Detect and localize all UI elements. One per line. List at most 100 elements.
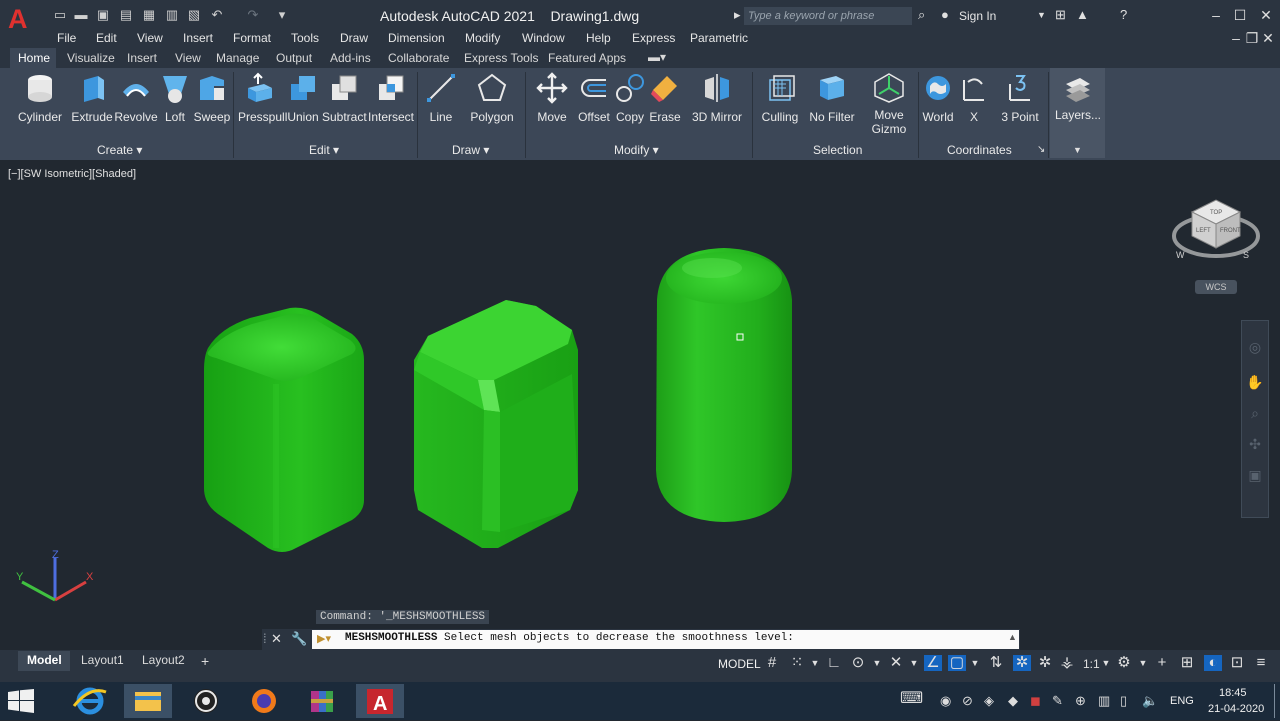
erase-button[interactable]: Erase bbox=[648, 72, 682, 124]
command-close-icon[interactable]: ✕ bbox=[271, 631, 282, 647]
navigation-bar[interactable]: ◎ ✋ ⌕ ✣ ▣ bbox=[1241, 320, 1269, 518]
open-icon[interactable]: ▬ bbox=[74, 8, 88, 22]
menu-draw[interactable]: Draw bbox=[340, 31, 368, 45]
tray-app-icon[interactable]: ⊕ bbox=[1075, 694, 1086, 708]
autocad-taskbar-icon[interactable]: A bbox=[356, 684, 404, 718]
language-indicator[interactable]: ENG bbox=[1170, 695, 1194, 707]
tray-app-icon[interactable]: ◼ bbox=[1030, 694, 1041, 708]
tab-layout2[interactable]: Layout2 bbox=[142, 653, 185, 667]
move-gizmo-button[interactable]: Move Gizmo bbox=[866, 72, 912, 136]
scale-dropdown-icon[interactable]: ▼ bbox=[1097, 655, 1115, 671]
showmotion-icon[interactable]: ▣ bbox=[1242, 467, 1268, 484]
3d-mirror-button[interactable]: 3D Mirror bbox=[690, 72, 744, 124]
user-icon[interactable]: ● bbox=[941, 8, 949, 22]
coordinates-launcher-icon[interactable]: ↘ bbox=[1037, 144, 1045, 155]
panel-title-edit[interactable]: Edit ▾ bbox=[309, 143, 339, 157]
culling-button[interactable]: Culling bbox=[760, 72, 800, 124]
tab-insert[interactable]: Insert bbox=[127, 51, 157, 65]
tab-add-ins[interactable]: Add-ins bbox=[330, 51, 371, 65]
clean-screen-icon[interactable]: ⊡ bbox=[1228, 655, 1246, 671]
search-input[interactable]: Type a keyword or phrase bbox=[744, 7, 912, 25]
menu-parametric[interactable]: Parametric bbox=[690, 31, 748, 45]
menu-express[interactable]: Express bbox=[632, 31, 675, 45]
extrude-button[interactable]: Extrude bbox=[70, 72, 114, 124]
zoom-icon[interactable]: ⌕ bbox=[1242, 405, 1268, 422]
x-ucs-button[interactable]: X bbox=[956, 72, 992, 124]
annotation-visibility-icon[interactable]: ⇅ bbox=[987, 655, 1005, 671]
menu-file[interactable]: File bbox=[57, 31, 76, 45]
menu-window[interactable]: Window bbox=[522, 31, 565, 45]
add-layout-icon[interactable]: + bbox=[201, 653, 209, 669]
snap-dropdown-icon[interactable]: ▼ bbox=[806, 655, 824, 671]
snap-icon[interactable]: ⁙ bbox=[788, 655, 806, 671]
tab-express-tools[interactable]: Express Tools bbox=[464, 51, 538, 65]
close-icon[interactable]: ✕ bbox=[1256, 8, 1276, 22]
exchange-icon[interactable]: ▲ bbox=[1076, 8, 1089, 22]
panel-title-draw[interactable]: Draw ▾ bbox=[452, 143, 489, 157]
search-expand-icon[interactable]: ▸ bbox=[734, 8, 741, 22]
plot-icon[interactable]: ▧ bbox=[187, 8, 201, 22]
units-icon[interactable]: ⊞ bbox=[1178, 655, 1196, 671]
presspull-button[interactable]: Presspull bbox=[238, 72, 287, 124]
union-button[interactable]: Union bbox=[286, 72, 320, 124]
menu-tools[interactable]: Tools bbox=[291, 31, 319, 45]
tab-manage[interactable]: Manage bbox=[216, 51, 259, 65]
customization-menu-icon[interactable]: ≡ bbox=[1252, 655, 1270, 671]
panel-title-coordinates[interactable]: Coordinates bbox=[947, 143, 1012, 157]
minimize-icon[interactable]: – bbox=[1206, 8, 1226, 22]
wcs-menu[interactable]: WCS bbox=[1195, 280, 1237, 294]
clock-time[interactable]: 18:45 bbox=[1219, 687, 1247, 699]
winrar-icon[interactable] bbox=[298, 684, 346, 718]
menu-format[interactable]: Format bbox=[233, 31, 271, 45]
tab-home[interactable]: Home bbox=[18, 51, 50, 65]
recent-commands-icon[interactable]: ▶▾ bbox=[317, 632, 331, 645]
object-snap-dropdown-icon[interactable]: ▼ bbox=[966, 655, 984, 671]
network-icon[interactable]: ▯ bbox=[1120, 694, 1127, 708]
save-as-icon[interactable]: ▤ bbox=[119, 8, 133, 22]
clock-date[interactable]: 21-04-2020 bbox=[1208, 703, 1264, 715]
show-desktop-button[interactable] bbox=[1274, 684, 1275, 718]
sweep-button[interactable]: Sweep bbox=[193, 72, 231, 124]
sign-in-dropdown-icon[interactable]: ▼ bbox=[1037, 8, 1046, 22]
obs-icon[interactable] bbox=[182, 684, 230, 718]
smooth-mesh-box[interactable] bbox=[204, 307, 364, 552]
tab-featured-apps[interactable]: Featured Apps bbox=[548, 51, 626, 65]
qat-dropdown-icon[interactable]: ▾ bbox=[275, 8, 289, 22]
menu-modify[interactable]: Modify bbox=[465, 31, 500, 45]
tab-model[interactable]: Model bbox=[27, 653, 62, 667]
ribbon-minimize-icon[interactable]: ▬▾ bbox=[648, 50, 666, 64]
smooth-mesh-cylinder[interactable] bbox=[656, 248, 792, 522]
revolve-button[interactable]: Revolve bbox=[113, 72, 159, 124]
layers-button[interactable]: Layers... bbox=[1053, 72, 1103, 122]
file-explorer-icon[interactable] bbox=[124, 684, 172, 718]
panel-title-selection[interactable]: Selection bbox=[813, 143, 862, 157]
polygon-button[interactable]: Polygon bbox=[469, 72, 515, 124]
no-filter-button[interactable]: No Filter bbox=[808, 72, 856, 124]
polar-icon[interactable]: ⊙ bbox=[849, 655, 867, 671]
menu-insert[interactable]: Insert bbox=[183, 31, 213, 45]
world-ucs-button[interactable]: World bbox=[920, 72, 956, 124]
tray-app-icon[interactable]: ◈ bbox=[984, 694, 994, 708]
tab-visualize[interactable]: Visualize bbox=[67, 51, 115, 65]
touch-keyboard-icon[interactable]: ⌨ bbox=[900, 691, 923, 707]
model-space-toggle[interactable]: MODEL bbox=[718, 657, 761, 671]
faceted-mesh-box[interactable] bbox=[414, 300, 578, 548]
undo-icon[interactable]: ↶ bbox=[210, 8, 224, 22]
workspace-annotation-icon[interactable]: ⚶ bbox=[1058, 655, 1076, 671]
tray-app-icon[interactable]: ⊘ bbox=[962, 694, 973, 708]
panel-title-create[interactable]: Create ▾ bbox=[97, 143, 142, 157]
intersect-button[interactable]: Intersect bbox=[368, 72, 414, 124]
tab-output[interactable]: Output bbox=[276, 51, 312, 65]
viewcube[interactable] bbox=[1172, 199, 1260, 258]
sign-in-link[interactable]: Sign In bbox=[959, 9, 996, 23]
grid-icon[interactable]: # bbox=[763, 655, 781, 671]
cylinder-button[interactable]: Cylinder bbox=[18, 72, 62, 124]
command-expand-icon[interactable]: ▲ bbox=[1008, 632, 1017, 642]
search-icon[interactable]: ⌕ bbox=[918, 8, 925, 22]
pan-icon[interactable]: ✋ bbox=[1242, 374, 1268, 391]
tab-layout1[interactable]: Layout1 bbox=[81, 653, 124, 667]
menu-dimension[interactable]: Dimension bbox=[388, 31, 445, 45]
loft-button[interactable]: Loft bbox=[158, 72, 192, 124]
subtract-button[interactable]: Subtract bbox=[322, 72, 367, 124]
panel-title-modify[interactable]: Modify ▾ bbox=[614, 143, 659, 157]
